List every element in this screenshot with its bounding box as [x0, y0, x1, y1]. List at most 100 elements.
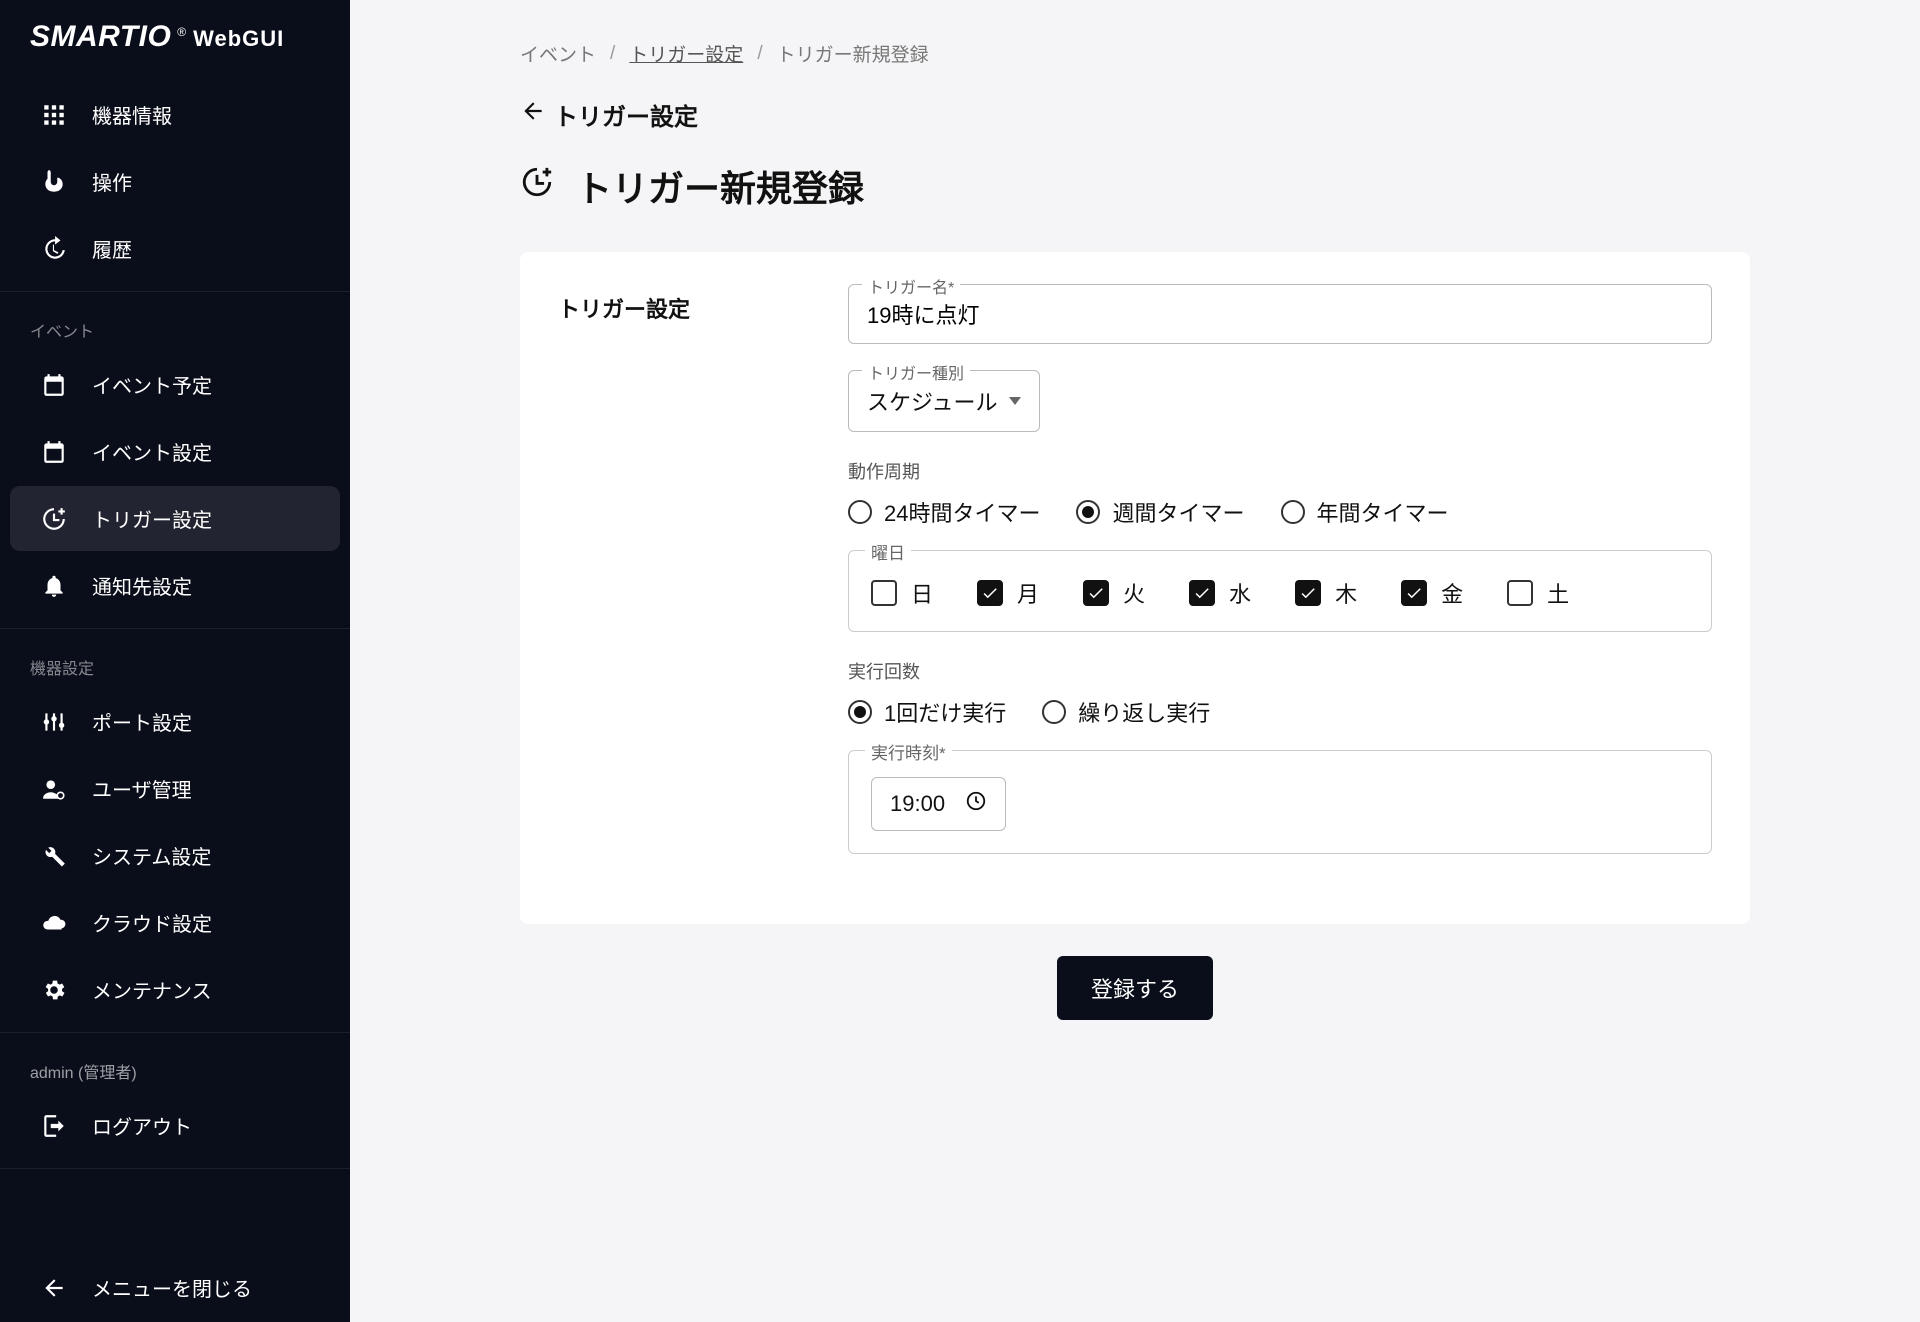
checkbox-icon [1507, 580, 1533, 606]
breadcrumb: イベント / トリガー設定 / トリガー新規登録 [520, 40, 1750, 67]
exec-radio-repeat[interactable]: 繰り返し実行 [1042, 696, 1210, 728]
nav-section-user: admin (管理者) ログアウト [0, 1033, 350, 1169]
checkbox-icon [1401, 580, 1427, 606]
sidebar-item-device-info[interactable]: 機器情報 [10, 82, 340, 147]
back-link[interactable]: トリガー設定 [520, 97, 1750, 132]
trigger-form-card: トリガー設定 トリガー名* トリガー種別 スケジュール 動作周期 [520, 252, 1750, 924]
sidebar-item-notify-settings[interactable]: 通知先設定 [10, 553, 340, 618]
sliders-icon [40, 708, 68, 736]
radio-label: 週間タイマー [1112, 496, 1244, 528]
sidebar-item-label: メンテナンス [92, 975, 212, 1004]
nav-section-device: 機器設定 ポート設定 ユーザ管理 システム設定 クラウド設定 メンテナンス [0, 629, 350, 1033]
page-title-text: トリガー新規登録 [576, 160, 864, 212]
nav-section-event: イベント イベント予定 イベント設定 トリガー設定 通知先設定 [0, 292, 350, 629]
exec-time-input[interactable]: 19:00 [871, 777, 1006, 831]
breadcrumb-sep: / [757, 43, 762, 65]
trigger-type-value: スケジュール [867, 385, 997, 417]
nav-section-main: 機器情報 操作 履歴 [0, 72, 350, 292]
clock-plus-icon [520, 165, 554, 208]
cycle-radio-24h[interactable]: 24時間タイマー [848, 496, 1040, 528]
submit-button[interactable]: 登録する [1057, 956, 1213, 1020]
radio-label: 24時間タイマー [884, 496, 1040, 528]
sidebar-item-label: 操作 [92, 167, 132, 196]
sidebar-item-event-settings[interactable]: イベント設定 [10, 419, 340, 484]
weekday-tue[interactable]: 火 [1083, 577, 1145, 609]
nav-heading-device: 機器設定 [0, 637, 350, 687]
breadcrumb-item-2[interactable]: トリガー設定 [629, 40, 743, 67]
day-label: 日 [911, 577, 933, 609]
exec-time-label: 実行時刻* [865, 739, 952, 764]
trigger-type-label: トリガー種別 [862, 360, 970, 384]
sidebar-item-history[interactable]: 履歴 [10, 216, 340, 281]
radio-label: 年間タイマー [1317, 496, 1449, 528]
weekday-mon[interactable]: 月 [977, 577, 1039, 609]
cycle-radio-weekly[interactable]: 週間タイマー [1076, 496, 1244, 528]
sidebar-item-label: ポート設定 [92, 707, 192, 736]
day-label: 火 [1123, 577, 1145, 609]
sidebar-item-user-mgmt[interactable]: ユーザ管理 [10, 756, 340, 821]
users-icon [40, 775, 68, 803]
weekday-wed[interactable]: 水 [1189, 577, 1251, 609]
sidebar-item-label: イベント設定 [92, 437, 212, 466]
logout-icon [40, 1112, 68, 1140]
weekday-thu[interactable]: 木 [1295, 577, 1357, 609]
sidebar-item-label: ログアウト [92, 1111, 192, 1140]
checkbox-icon [1295, 580, 1321, 606]
radio-icon [848, 700, 872, 724]
sidebar-item-logout[interactable]: ログアウト [10, 1093, 340, 1158]
sidebar-collapse-button[interactable]: メニューを閉じる [10, 1255, 340, 1320]
history-icon [40, 235, 68, 263]
trigger-name-label: トリガー名* [862, 274, 960, 298]
day-label: 土 [1547, 577, 1569, 609]
sidebar-item-operate[interactable]: 操作 [10, 149, 340, 214]
sidebar-item-port-settings[interactable]: ポート設定 [10, 689, 340, 754]
sidebar-item-label: 通知先設定 [92, 571, 192, 600]
trigger-type-field: トリガー種別 スケジュール [848, 370, 1040, 432]
sidebar-item-label: ユーザ管理 [92, 774, 192, 803]
calendar-gear-icon [40, 438, 68, 466]
sidebar-item-cloud-settings[interactable]: クラウド設定 [10, 890, 340, 955]
logo-main: SMARTIO [30, 20, 171, 54]
sidebar-item-system-settings[interactable]: システム設定 [10, 823, 340, 888]
cycle-radio-yearly[interactable]: 年間タイマー [1281, 496, 1449, 528]
exec-count-label: 実行回数 [848, 658, 1712, 684]
sidebar-item-label: イベント予定 [92, 370, 212, 399]
breadcrumb-sep: / [610, 43, 615, 65]
sidebar-item-maintenance[interactable]: メンテナンス [10, 957, 340, 1022]
card-section-label: トリガー設定 [558, 284, 828, 880]
trigger-name-input[interactable] [848, 284, 1712, 344]
radio-icon [848, 500, 872, 524]
day-label: 金 [1441, 577, 1463, 609]
app-logo: SMARTIO ® WebGUI [0, 0, 350, 72]
sidebar-item-event-schedule[interactable]: イベント予定 [10, 352, 340, 417]
cloud-icon [40, 909, 68, 937]
logo-reg: ® [177, 25, 187, 39]
sidebar: SMARTIO ® WebGUI 機器情報 操作 履歴 イベント イベント予定 [0, 0, 350, 1322]
main-content: イベント / トリガー設定 / トリガー新規登録 トリガー設定 トリガー新規登録… [350, 0, 1920, 1322]
breadcrumb-item-3: トリガー新規登録 [777, 40, 929, 67]
weekday-sun[interactable]: 日 [871, 577, 933, 609]
calendar-icon [40, 371, 68, 399]
weekday-label: 曜日 [865, 539, 911, 564]
sidebar-item-trigger-settings[interactable]: トリガー設定 [10, 486, 340, 551]
day-label: 水 [1229, 577, 1251, 609]
exec-radio-once[interactable]: 1回だけ実行 [848, 696, 1006, 728]
exec-count-field: 実行回数 1回だけ実行 繰り返し実行 実行時刻* [848, 658, 1712, 854]
day-label: 木 [1335, 577, 1357, 609]
grid-icon [40, 101, 68, 129]
arrow-left-icon [40, 1274, 68, 1302]
clock-icon [965, 790, 987, 818]
radio-label: 繰り返し実行 [1078, 696, 1210, 728]
weekday-sat[interactable]: 土 [1507, 577, 1569, 609]
nav-heading-event: イベント [0, 300, 350, 350]
sidebar-item-label: 履歴 [92, 234, 132, 263]
gear-icon [40, 976, 68, 1004]
current-user-label: admin (管理者) [0, 1041, 350, 1091]
checkbox-icon [871, 580, 897, 606]
page-title: トリガー新規登録 [520, 160, 1750, 212]
weekday-fri[interactable]: 金 [1401, 577, 1463, 609]
sidebar-item-label: メニューを閉じる [92, 1273, 252, 1302]
breadcrumb-item-1: イベント [520, 40, 596, 67]
sidebar-item-label: システム設定 [92, 841, 211, 870]
radio-icon [1281, 500, 1305, 524]
